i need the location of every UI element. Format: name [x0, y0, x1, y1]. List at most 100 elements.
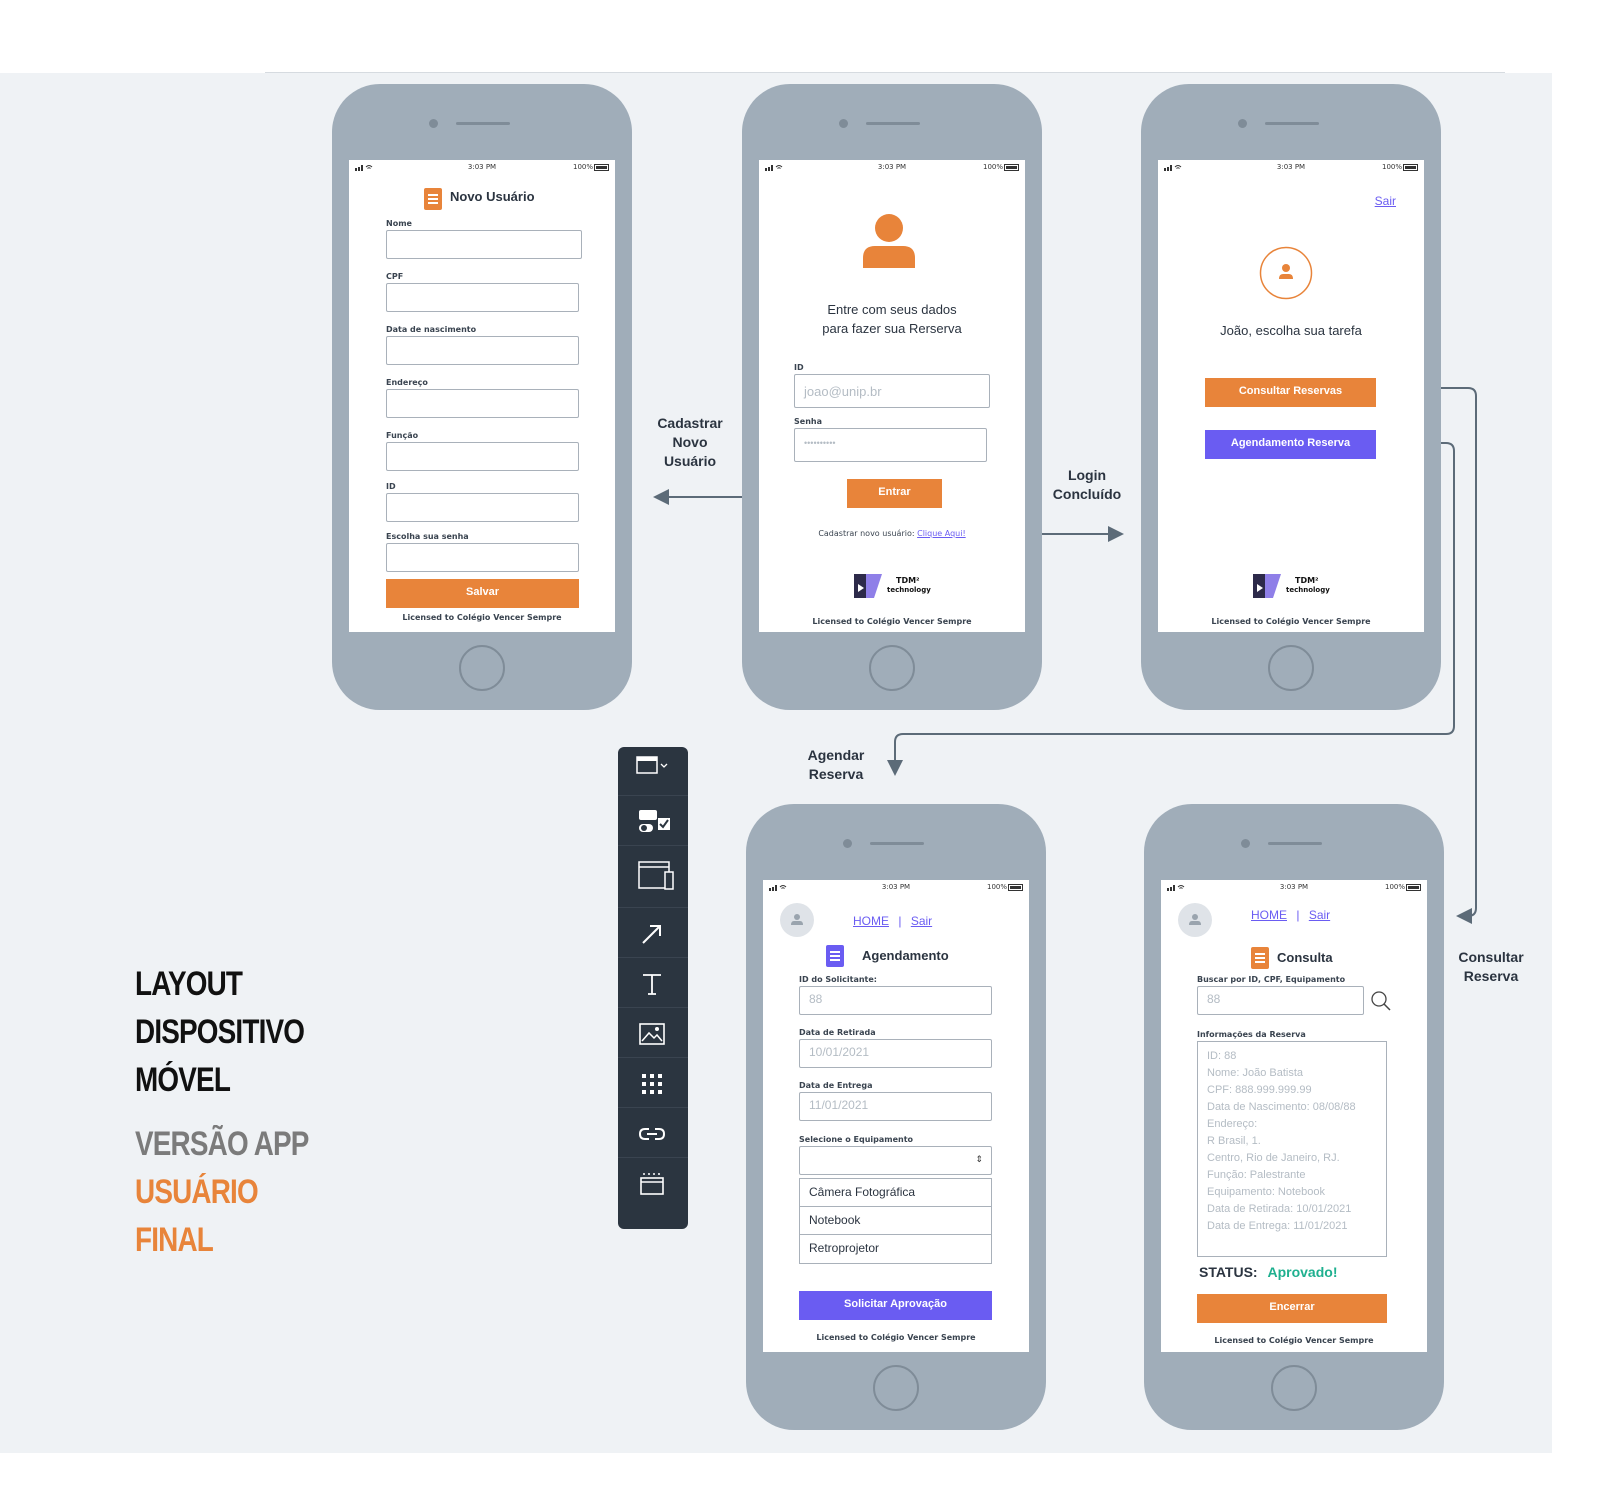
- nav-home-link[interactable]: HOME: [853, 914, 889, 928]
- license-text: Licensed to Colégio Vencer Sempre: [1214, 1336, 1374, 1345]
- cpf-input[interactable]: [386, 283, 579, 312]
- enter-button[interactable]: Entrar: [847, 479, 942, 508]
- save-button[interactable]: Salvar: [386, 579, 579, 608]
- top-nav: HOME | Sair: [853, 914, 933, 928]
- search-input[interactable]: 88: [1197, 986, 1364, 1015]
- container-icon[interactable]: [618, 1157, 688, 1208]
- tool-palette: [618, 747, 688, 1229]
- birthdate-input[interactable]: [386, 336, 579, 365]
- text-icon[interactable]: [618, 957, 688, 1008]
- name-input[interactable]: [386, 230, 582, 259]
- logo-mark-icon: [854, 574, 882, 598]
- camera-dot: [429, 119, 438, 128]
- speaker-slot: [1268, 842, 1322, 845]
- page-title: Novo Usuário: [450, 189, 535, 204]
- arrow-icon[interactable]: [618, 907, 688, 958]
- license-text: Licensed to Colégio Vencer Sempre: [816, 1333, 976, 1342]
- field-label: Selecione o Equipamento: [799, 1135, 914, 1144]
- status-bar: 3:03 PM 100%: [349, 163, 615, 173]
- phone-schedule: 3:03 PM 100% HOME | Sair Agendamento ID …: [746, 804, 1046, 1430]
- field-label: Endereço: [386, 378, 428, 387]
- password-label: Senha: [794, 417, 822, 426]
- field-label: Nome: [386, 219, 412, 228]
- field-label: Escolha sua senha: [386, 532, 469, 541]
- password-input[interactable]: [386, 543, 579, 572]
- flow-label-agendar: Agendar Reserva: [807, 747, 865, 782]
- license-text: Licensed to Colégio Vencer Sempre: [402, 613, 562, 622]
- avatar-icon[interactable]: [1178, 903, 1212, 937]
- consult-reservations-button[interactable]: Consultar Reservas: [1205, 378, 1376, 407]
- company-logo: TDM² technology: [1251, 570, 1331, 604]
- grid-icon[interactable]: [618, 1057, 688, 1108]
- nav-logout-link[interactable]: Sair: [1309, 908, 1330, 922]
- field-label: CPF: [386, 272, 404, 281]
- battery-text: 100%: [1384, 883, 1405, 891]
- equipment-select[interactable]: ⇕: [799, 1146, 992, 1175]
- field-label: Data de Entrega: [799, 1081, 873, 1090]
- equipment-option[interactable]: Câmera Fotográfica: [800, 1179, 991, 1207]
- battery-icon: [1008, 884, 1023, 891]
- status-bar: 3:03 PM 100%: [759, 163, 1025, 173]
- document-icon: [826, 945, 844, 967]
- phone-home: 3:03 PM 100% Sair João, escolha sua tare…: [1141, 84, 1441, 710]
- field-label: ID do Solicitante:: [799, 975, 878, 984]
- close-button[interactable]: Encerrar: [1197, 1294, 1387, 1323]
- camera-dot: [1238, 119, 1247, 128]
- field-label: Data de Retirada: [799, 1028, 876, 1037]
- home-button[interactable]: [459, 645, 505, 691]
- id-input[interactable]: [386, 493, 579, 522]
- devices-icon[interactable]: [618, 845, 688, 896]
- screen-register: 3:03 PM 100% Novo Usuário Nome CPF Data …: [349, 160, 615, 632]
- home-button[interactable]: [1268, 645, 1314, 691]
- battery-icon: [594, 164, 609, 171]
- camera-dot: [843, 839, 852, 848]
- screen-login: 3:03 PM 100% Entre com seus dados para fa…: [759, 160, 1025, 632]
- equipment-option[interactable]: Notebook: [800, 1207, 991, 1235]
- home-button[interactable]: [869, 645, 915, 691]
- license-text: Licensed to Colégio Vencer Sempre: [1211, 617, 1371, 626]
- flow-label-login: Login Concluído: [1052, 467, 1122, 502]
- search-icon[interactable]: [1370, 990, 1392, 1012]
- schedule-reservation-button[interactable]: Agendamento Reserva: [1205, 430, 1376, 459]
- link-icon[interactable]: [618, 1107, 688, 1158]
- image-icon[interactable]: [618, 1007, 688, 1058]
- register-prompt: Cadastrar novo usuário: Clique Aqui!: [818, 529, 966, 538]
- avatar-icon[interactable]: [780, 903, 814, 937]
- camera-dot: [1241, 839, 1250, 848]
- password-input[interactable]: ••••••••••: [794, 428, 987, 462]
- id-label: ID: [794, 363, 804, 372]
- flow-label-consultar: Consultar Reserva: [1458, 949, 1524, 984]
- document-icon: [424, 188, 442, 210]
- home-button[interactable]: [873, 1365, 919, 1411]
- nav-logout-link[interactable]: Sair: [911, 914, 932, 928]
- address-input[interactable]: [386, 389, 579, 418]
- home-button[interactable]: [1271, 1365, 1317, 1411]
- speaker-slot: [866, 122, 920, 125]
- role-input[interactable]: [386, 442, 579, 471]
- request-approval-button[interactable]: Solicitar Aprovação: [799, 1291, 992, 1320]
- user-avatar-icon: [863, 214, 915, 268]
- speaker-slot: [870, 842, 924, 845]
- pickup-date-input[interactable]: 10/01/2021: [799, 1039, 992, 1068]
- id-input[interactable]: joao@unip.br: [794, 374, 990, 408]
- register-link[interactable]: Clique Aqui!: [917, 529, 966, 538]
- flow-label-cadastrar: Cadastrar Novo Usuário: [657, 415, 723, 469]
- phone-register: 3:03 PM 100% Novo Usuário Nome CPF Data …: [332, 84, 632, 710]
- status-row: STATUS: Aprovado!: [1199, 1264, 1337, 1280]
- camera-dot: [839, 119, 848, 128]
- field-label: Buscar por ID, CPF, Equipamento: [1197, 975, 1346, 984]
- battery-text: 100%: [1381, 163, 1402, 171]
- window-dropdown-icon[interactable]: [618, 747, 688, 783]
- nav-home-link[interactable]: HOME: [1251, 908, 1287, 922]
- reservation-info-textarea[interactable]: ID: 88 Nome: João Batista CPF: 888.999.999…: [1197, 1041, 1387, 1257]
- logo-mark-icon: [1253, 574, 1281, 598]
- logout-link[interactable]: Sair: [1375, 194, 1396, 208]
- screen-home: 3:03 PM 100% Sair João, escolha sua tare…: [1158, 160, 1424, 632]
- requester-id-input[interactable]: 88: [799, 986, 992, 1015]
- phone-login: 3:03 PM 100% Entre com seus dados para fa…: [742, 84, 1042, 710]
- form-controls-icon[interactable]: [618, 795, 688, 846]
- equipment-list: Câmera Fotográfica Notebook Retroprojeto…: [799, 1178, 992, 1264]
- battery-text: 100%: [572, 163, 593, 171]
- equipment-option[interactable]: Retroprojetor: [800, 1235, 991, 1263]
- return-date-input[interactable]: 11/01/2021: [799, 1092, 992, 1121]
